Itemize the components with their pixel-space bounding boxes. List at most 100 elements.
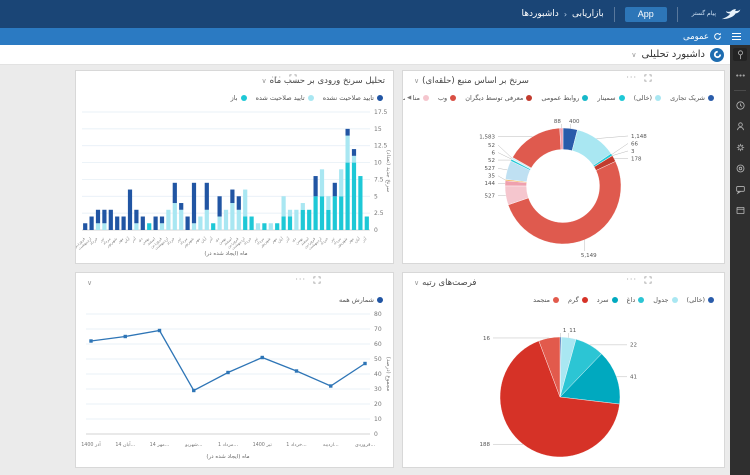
svg-text:40: 40 [374, 371, 382, 378]
svg-text:سرنخ جدید (تعداد): سرنخ جدید (تعداد) [385, 150, 391, 193]
svg-text:1,148: 1,148 [631, 134, 647, 140]
right-icon-rail [730, 45, 750, 475]
payamgostar-logo[interactable]: پیام گستر [688, 8, 742, 21]
legend-label: معرفی توسط دیگران [465, 94, 523, 102]
page-title: داشبورد تحلیلی [642, 49, 705, 60]
legend-item[interactable]: تایید صلاحیت نشده [323, 94, 383, 102]
svg-text:80: 80 [374, 311, 382, 318]
svg-text:41: 41 [630, 375, 637, 381]
more-options-icon[interactable]: ··· [626, 276, 637, 284]
stacked-bar-chart[interactable]: 02.557.51012.51517.5فروردیناردیبهشتخرداد… [76, 104, 393, 262]
user-icon[interactable] [733, 120, 747, 133]
chevron-down-icon[interactable]: ∨ [414, 77, 419, 85]
history-icon[interactable] [733, 99, 747, 112]
more-icon[interactable] [733, 69, 747, 82]
legend-dot-icon [708, 297, 714, 303]
svg-text:اردیبه...: اردیبه... [323, 442, 339, 448]
legend-item[interactable]: وب [438, 94, 456, 102]
chevron-down-icon[interactable]: ∨ [87, 279, 92, 287]
module-label-group[interactable]: عمومی [683, 32, 722, 42]
breadcrumb: بازاریابی ‹ داشبوردها [522, 9, 604, 19]
svg-text:10: 10 [374, 416, 382, 423]
card-header: فرصت‌های رتبه ∨ ··· [403, 273, 724, 293]
gear-icon[interactable] [733, 141, 747, 154]
svg-text:5,149: 5,149 [581, 253, 597, 259]
svg-text:شهریو...: شهریو... [184, 443, 202, 448]
svg-text:0: 0 [374, 431, 378, 438]
more-options-icon[interactable]: ··· [271, 74, 282, 82]
legend-dot-icon [377, 95, 383, 101]
chart-title: فرصت‌های رتبه [422, 278, 476, 288]
svg-text:400: 400 [569, 119, 580, 125]
card-header: سرنخ بر اساس منبع (حلقه‌ای) ∨ ··· [403, 71, 724, 91]
svg-text:5: 5 [374, 193, 378, 200]
legend-item[interactable]: منجمد [533, 296, 559, 304]
legend-item[interactable]: شمارش همه [339, 296, 383, 304]
chevron-down-icon[interactable]: ∨ [414, 279, 419, 287]
legend-dot-icon [612, 297, 618, 303]
legend-item[interactable]: شریک تجاری [670, 94, 714, 102]
pin-icon[interactable] [733, 48, 747, 61]
legend-item[interactable]: گرم [568, 296, 588, 304]
legend-item[interactable]: جدول [653, 296, 677, 304]
dashboard-grid: تحلیل سرنخ ورودی بر حسب ماه ∨ ··· تایید … [0, 65, 730, 475]
chat-icon[interactable] [733, 183, 747, 196]
app-button[interactable]: App [625, 7, 667, 22]
legend-label: شمارش همه [339, 296, 374, 304]
chart-card-leads-by-source: سرنخ بر اساس منبع (حلقه‌ای) ∨ ··· ◀ شریک… [402, 70, 725, 264]
chart-card-leads-by-month: تحلیل سرنخ ورودی بر حسب ماه ∨ ··· تایید … [75, 70, 394, 264]
svg-text:178: 178 [631, 156, 642, 162]
more-options-icon[interactable]: ··· [295, 276, 306, 284]
pie-chart[interactable]: 111224118816 [403, 306, 724, 466]
svg-text:آذر 1400: آذر 1400 [81, 441, 101, 448]
donut-chart[interactable]: 4001,1486631785,14952714435527526521,583… [403, 104, 724, 262]
chart-legend: ◀ شریک تجاری (خالی) سمینار روابط عمومی معرفی… [403, 91, 724, 104]
refresh-icon[interactable] [713, 32, 722, 41]
coin-icon[interactable] [733, 162, 747, 175]
legend-prev-icon[interactable]: ◀ [405, 95, 413, 101]
app-window: پیام گستر App بازاریابی ‹ داشبوردها عموم… [0, 0, 750, 475]
hamburger-menu-icon[interactable] [730, 31, 743, 42]
svg-text:60: 60 [374, 341, 382, 348]
legend-dot-icon [638, 297, 644, 303]
legend-item[interactable]: روابط عمومی [541, 94, 588, 102]
legend-dot-icon [423, 95, 429, 101]
box-icon[interactable] [733, 204, 747, 217]
more-options-icon[interactable]: ··· [626, 74, 637, 82]
legend-item[interactable]: (خالی) [687, 296, 714, 304]
expand-icon[interactable] [289, 74, 297, 82]
legend-item[interactable]: سمینار [597, 94, 624, 102]
svg-text:50: 50 [374, 356, 382, 363]
svg-text:آذر: آذر [360, 235, 368, 243]
breadcrumb-page[interactable]: داشبوردها [522, 9, 559, 19]
legend-item[interactable]: باز [231, 94, 247, 102]
expand-icon[interactable] [644, 74, 652, 82]
legend-item[interactable]: تایید صلاحیت شده [256, 94, 314, 102]
svg-text:12.5: 12.5 [374, 143, 388, 150]
legend-item[interactable]: معرفی توسط دیگران [465, 94, 532, 102]
svg-text:188: 188 [480, 442, 491, 448]
legend-dot-icon [526, 95, 532, 101]
breadcrumb-section[interactable]: بازاریابی [572, 9, 604, 19]
legend-item[interactable]: سرد [597, 296, 618, 304]
divider [614, 7, 615, 22]
card-header: ∨ ··· [76, 273, 393, 293]
svg-text:1: 1 [563, 328, 567, 334]
svg-text:10: 10 [374, 160, 382, 167]
legend-item[interactable]: داغ [627, 296, 645, 304]
svg-text:فروردی...: فروردی... [355, 443, 375, 448]
svg-text:11: 11 [569, 328, 576, 334]
expand-icon[interactable] [644, 276, 652, 284]
expand-icon[interactable] [313, 276, 321, 284]
svg-text:527: 527 [485, 193, 496, 199]
svg-text:527: 527 [485, 166, 496, 172]
legend-dot-icon [582, 95, 588, 101]
module-label: عمومی [683, 32, 709, 42]
legend-item[interactable]: (خالی) [634, 94, 661, 102]
breadcrumb-separator: ‹ [564, 10, 567, 19]
legend-label: سمینار [597, 94, 615, 102]
legend-dot-icon [377, 297, 383, 303]
chevron-down-icon[interactable]: ∨ [631, 51, 636, 59]
chevron-down-icon[interactable]: ∨ [261, 77, 266, 85]
line-chart[interactable]: 01020304050607080آذر 1400آبان 14...مهر 1… [76, 306, 393, 466]
